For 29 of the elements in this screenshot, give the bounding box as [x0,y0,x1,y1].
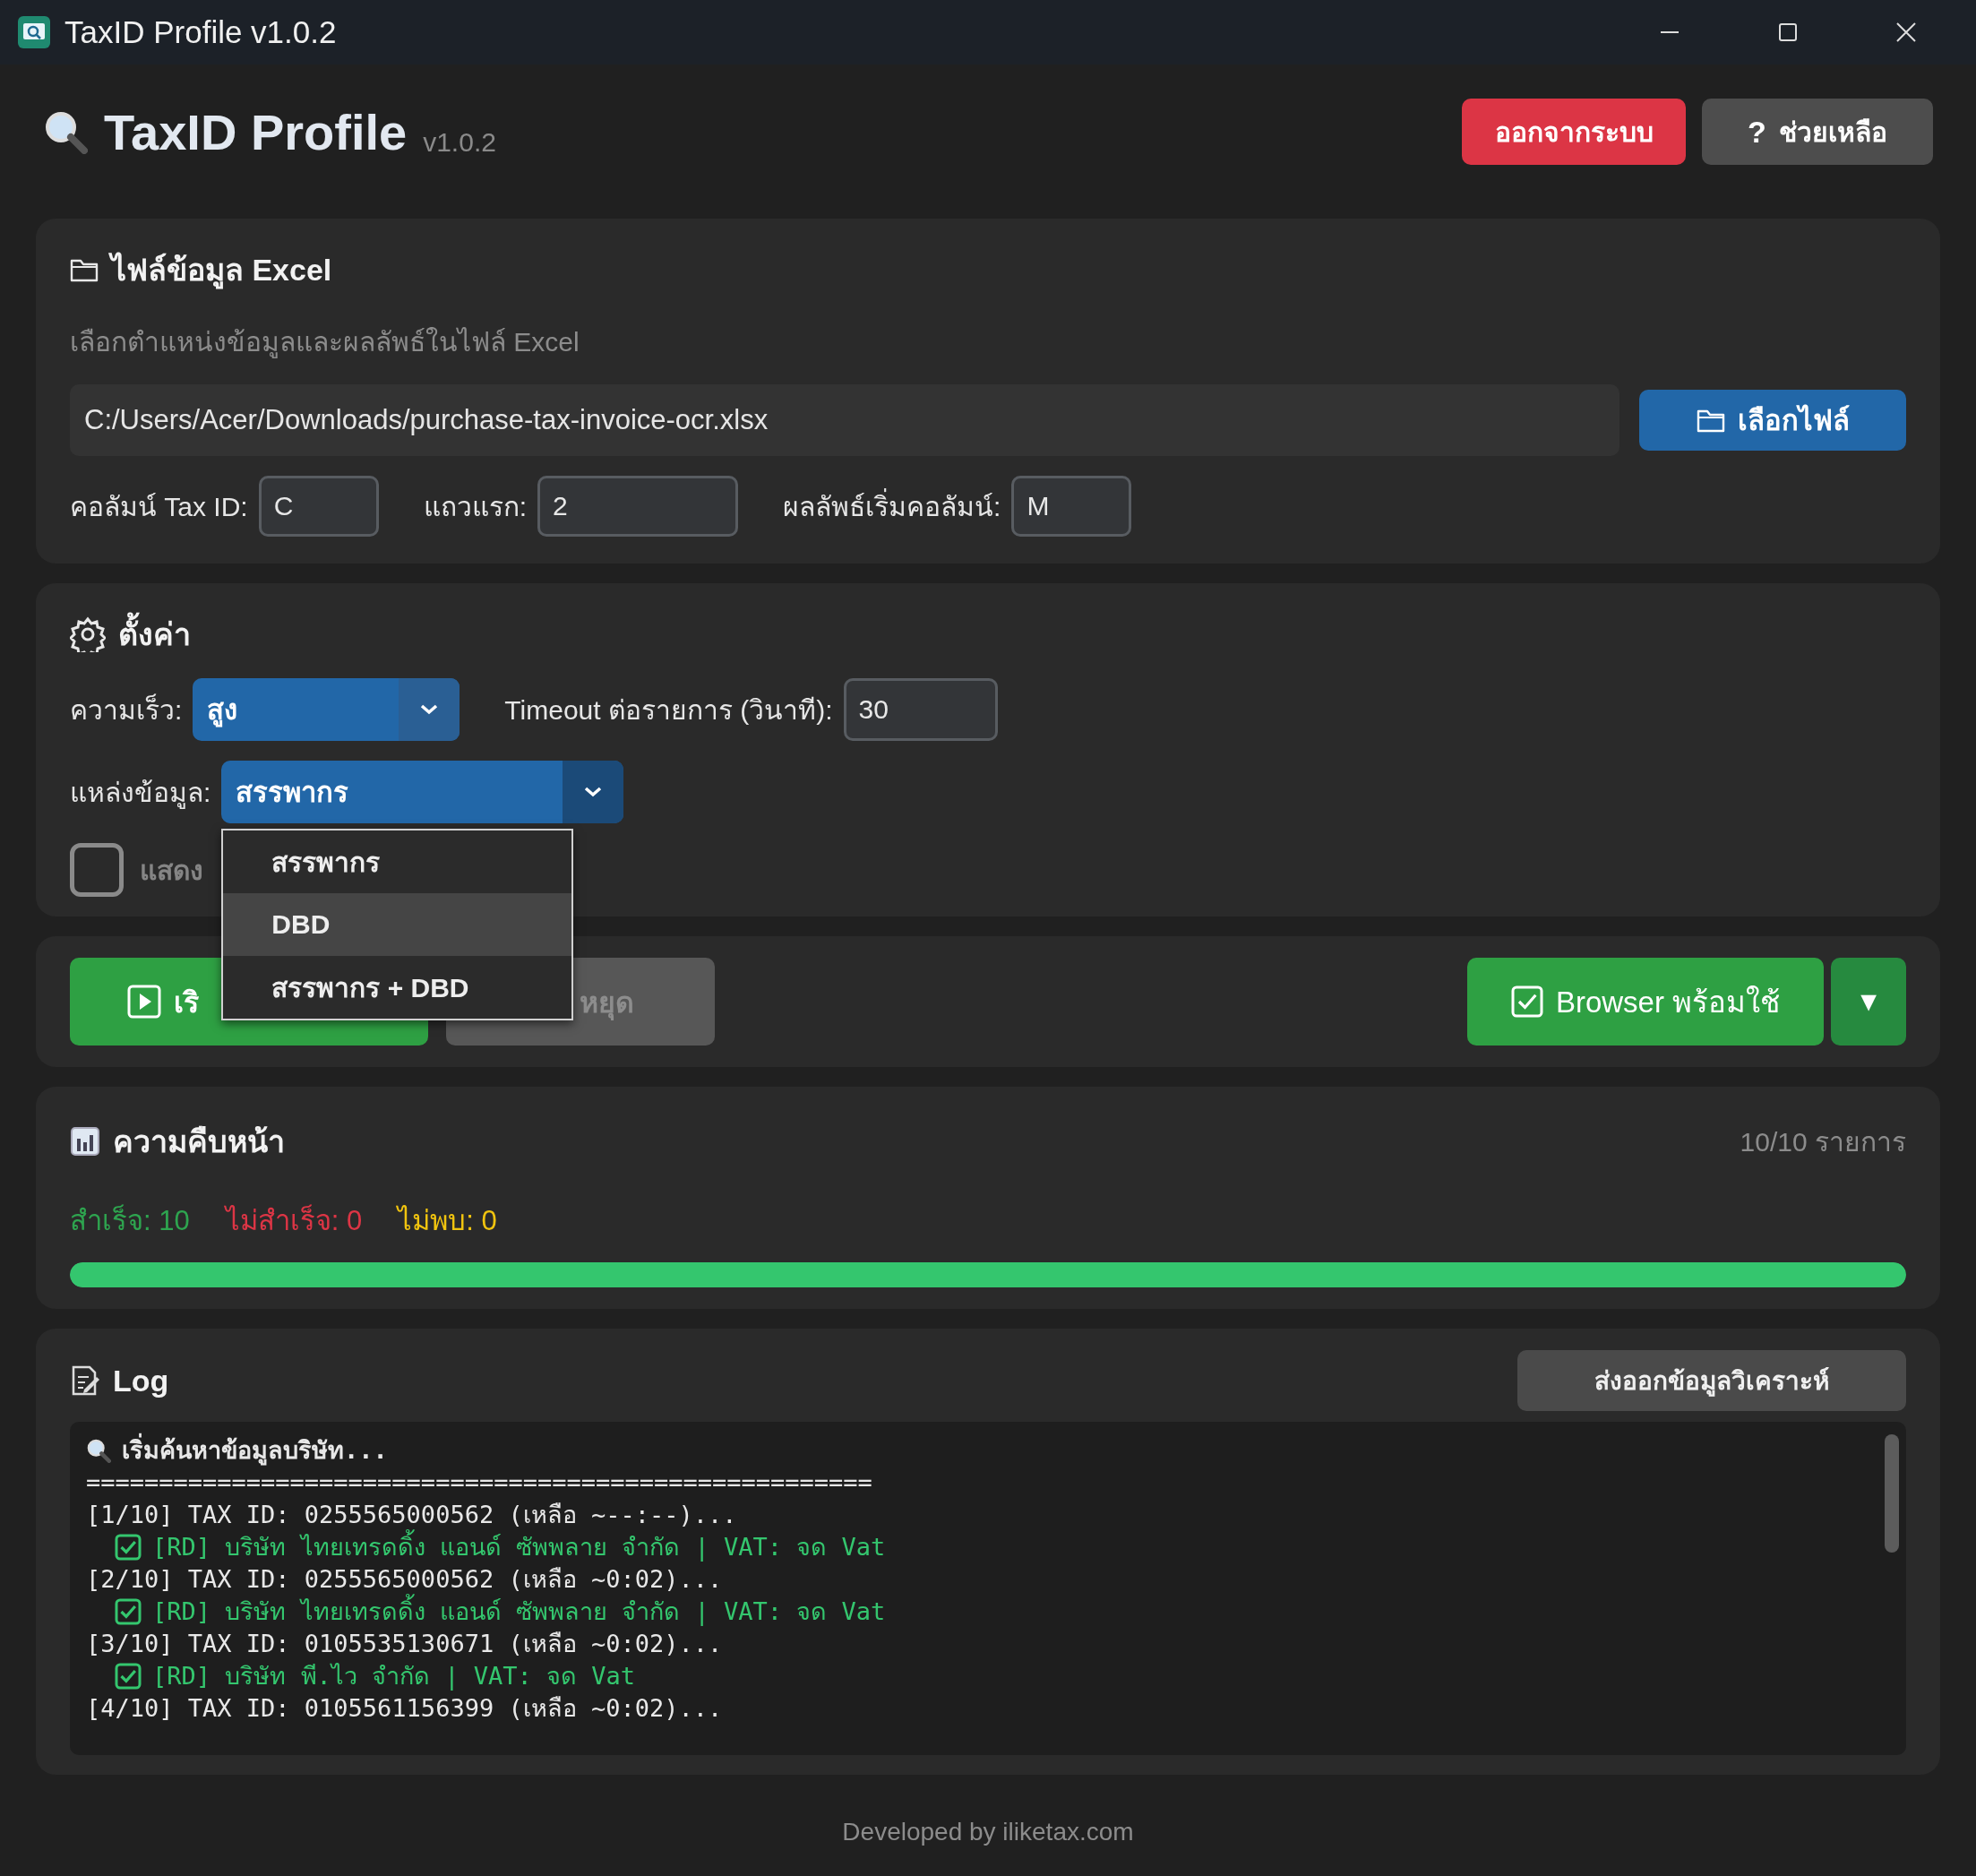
stat-label: สำเร็จ: 10 [70,1203,190,1238]
app-title: TaxID Profile [104,102,408,161]
log-line: [3/10] TAX ID: 0105535130671 (เหลือ ~0:02)... [86,1629,723,1659]
field-label: Timeout ต่อรายการ (วินาที): [504,693,833,727]
log-line: [2/10] TAX ID: 0255565000562 (เหลือ ~0:02)... [86,1564,723,1594]
section-title: ตั้งค่า [118,610,191,658]
stat-label: ไม่พบ: 0 [398,1204,497,1238]
stat-label: ไม่สำเร็จ: 0 [225,1203,363,1238]
section-title: Log [113,1363,169,1398]
log-line: ====================================================== [86,1467,872,1498]
field-label: ความเร็ว: [70,693,183,727]
window-title: TaxID Profile v1.0.2 [64,14,338,50]
item-count: 10/10 รายการ [1740,1125,1906,1158]
section-title: ความคืบหน้า [113,1123,285,1160]
log-line: เริ่มค้นหาข้อมูลบริษัท... [122,1434,388,1467]
log-line: [4/10] TAX ID: 0105561156399 (เหลือ ~0:02)... [86,1693,723,1724]
log-line: [1/10] TAX ID: 0255565000562 (เหลือ ~--:--)... [86,1500,737,1529]
field-label: คอลัมน์ Tax ID: [70,490,248,523]
field-label: ผลลัพธ์เริ่มคอลัมน์: [783,485,1001,528]
field-label: แหล่งข้อมูล: [70,776,211,811]
version-label: v1.0.2 [423,127,497,158]
footer-text: Developed by iliketax.com [842,1818,1134,1846]
log-line: [RD] บริษัท ไทยเทรดดิ้ง แอนด์ ซัพพลาย จำกัด | VAT: จด Vat [152,1531,886,1563]
section-description: เลือกตำแหน่งข้อมูลและผลลัพธ์ในไฟล์ Excel [70,326,580,360]
help-icon: ? [1748,114,1766,150]
log-line: [RD] บริษัท พี.ไว จำกัด | VAT: จด Vat [152,1661,636,1692]
log-line: [RD] บริษัท ไทยเทรดดิ้ง แอนด์ ซัพพลาย จำกัด | VAT: จด Vat [152,1596,886,1628]
field-label: แถวแรก: [423,490,528,523]
checkbox-label: แสดง [140,854,203,887]
